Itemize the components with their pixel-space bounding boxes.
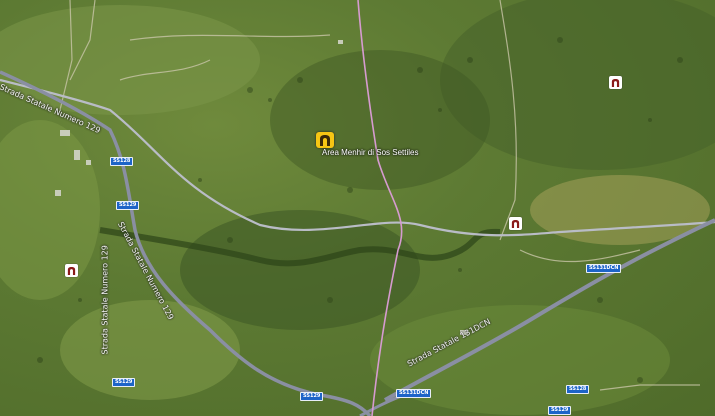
- road-label-ss129-left: Strada Statale Numero 129: [100, 245, 110, 355]
- road-shield: SS128: [110, 157, 134, 166]
- archaeological-site-icon: [67, 266, 76, 275]
- archaeological-site-icon: [611, 78, 620, 87]
- road-shield: SS131DCN: [586, 264, 622, 273]
- archaeological-site-icon: [511, 219, 520, 228]
- road-shield: SS129: [112, 378, 136, 387]
- road-shield: SS131DCN: [396, 389, 432, 398]
- road-shield: SS129: [300, 392, 324, 401]
- menhir-poi-marker[interactable]: [316, 132, 334, 148]
- road-shield: SS128: [566, 385, 590, 394]
- archaeological-site-icon: [320, 134, 330, 146]
- archaeological-site-poi[interactable]: [65, 264, 78, 277]
- satellite-map[interactable]: Strada Statale Numero 129 Strada Statale…: [0, 0, 715, 416]
- archaeological-site-poi[interactable]: [609, 76, 622, 89]
- road-shield: SS129: [116, 201, 140, 210]
- archaeological-site-poi[interactable]: [509, 217, 522, 230]
- menhir-poi-label[interactable]: Area Menhir di Sos Settiles: [322, 148, 419, 157]
- road-shield: SS129: [548, 406, 572, 415]
